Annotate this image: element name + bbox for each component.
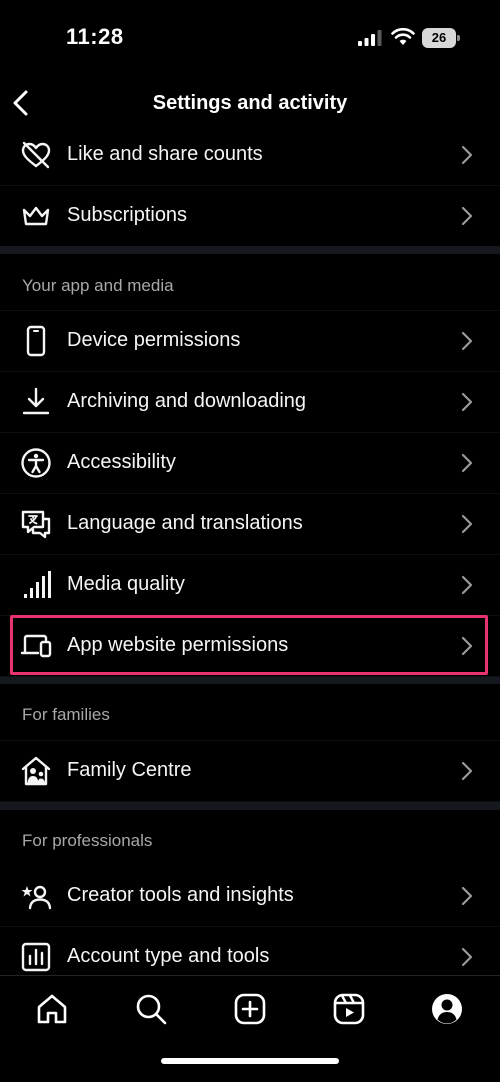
settings-item-label: Language and translations [67, 512, 303, 534]
phone-icon [26, 325, 46, 357]
home-icon[interactable] [35, 992, 69, 1026]
battery-icon: 26 [422, 28, 460, 48]
wifi-icon [391, 28, 415, 45]
chevron-right-icon [461, 886, 473, 906]
settings-item-app-website-permissions[interactable]: App website permissions [0, 616, 500, 676]
settings-item-accessibility[interactable]: Accessibility [0, 433, 500, 493]
bottom-nav-bar [0, 975, 500, 1082]
battery-tip [457, 35, 460, 41]
chevron-right-icon [461, 636, 473, 656]
reels-icon[interactable] [332, 992, 366, 1026]
settings-item-media-quality[interactable]: Media quality [0, 555, 500, 615]
settings-item-device-permissions[interactable]: Device permissions [0, 311, 500, 371]
signal-bars-icon [24, 571, 51, 598]
section-header-professionals: For professionals [0, 810, 500, 866]
chevron-right-icon [461, 206, 473, 226]
settings-item-subscriptions[interactable]: Subscriptions [0, 186, 500, 246]
section-title: For families [22, 705, 110, 724]
settings-item-label: Subscriptions [67, 204, 188, 226]
chevron-right-icon [461, 514, 473, 534]
section-title: For professionals [22, 831, 153, 850]
settings-item-creator-tools[interactable]: Creator tools and insights [0, 866, 500, 926]
status-time: 11:28 [66, 24, 124, 49]
profile-icon[interactable] [430, 992, 464, 1026]
chevron-right-icon [461, 331, 473, 351]
search-icon[interactable] [134, 992, 168, 1026]
chart-icon [21, 942, 51, 972]
settings-item-label: Archiving and downloading [67, 390, 307, 412]
battery-level: 26 [422, 28, 456, 48]
chevron-right-icon [461, 392, 473, 412]
accessibility-icon [21, 448, 51, 478]
settings-item-language-translations[interactable]: Language and translations [0, 494, 500, 554]
home-indicator[interactable] [161, 1058, 339, 1064]
chevron-right-icon [461, 453, 473, 473]
settings-item-label: Device permissions [67, 329, 241, 351]
chevron-right-icon [461, 145, 473, 165]
crown-icon [22, 206, 50, 226]
translate-icon [21, 510, 51, 539]
section-title: Your app and media [22, 276, 174, 295]
settings-item-label: App website permissions [67, 634, 289, 656]
section-header-app-media: Your app and media [0, 254, 500, 310]
heart-off-icon [21, 141, 51, 169]
settings-item-like-share-counts[interactable]: Like and share counts [0, 125, 500, 185]
chevron-right-icon [461, 761, 473, 781]
settings-item-archiving-downloading[interactable]: Archiving and downloading [0, 372, 500, 432]
creator-star-icon [21, 885, 52, 910]
section-divider [0, 246, 500, 254]
section-divider [0, 677, 500, 684]
settings-item-label: Family Centre [67, 759, 192, 781]
settings-item-label: Account type and tools [67, 945, 270, 967]
section-divider [0, 802, 500, 810]
chevron-right-icon [461, 947, 473, 967]
create-icon[interactable] [233, 992, 267, 1026]
chevron-right-icon [461, 575, 473, 595]
app-header: Settings and activity [0, 76, 500, 132]
family-home-icon [21, 756, 51, 786]
status-bar: 11:28 26 [0, 0, 500, 76]
cellular-signal-icon [358, 30, 382, 46]
download-icon [22, 387, 50, 415]
settings-item-label: Like and share counts [67, 143, 263, 165]
settings-item-label: Accessibility [67, 451, 176, 473]
settings-item-family-centre[interactable]: Family Centre [0, 741, 500, 801]
settings-item-label: Media quality [67, 573, 185, 595]
settings-item-label: Creator tools and insights [67, 884, 294, 906]
page-title: Settings and activity [152, 92, 348, 114]
phone-screen: 11:28 26 Settings and activity Like and [0, 0, 500, 1082]
section-header-families: For families [0, 684, 500, 740]
devices-icon [20, 634, 52, 658]
